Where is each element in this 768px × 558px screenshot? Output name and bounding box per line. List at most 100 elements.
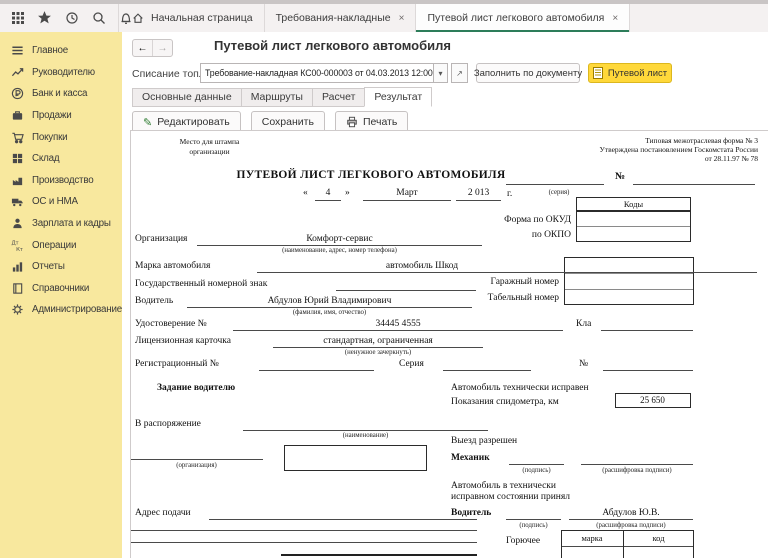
menu-icon	[11, 44, 24, 57]
stamp-place-line2: организации	[189, 147, 230, 156]
organization-caption: (наименование, адрес, номер телефона)	[282, 247, 397, 254]
driver-label: Водитель	[135, 296, 174, 306]
driver2-label: Водитель	[451, 508, 492, 518]
fuel-writeoff-input[interactable]: Требование-накладная КС00-000003 от 04.0…	[200, 63, 434, 83]
fill-by-document-button[interactable]: Заполнить по документу	[474, 63, 582, 83]
tech-ok-text: Автомобиль технически исправен	[451, 383, 589, 393]
underline	[601, 330, 693, 331]
top-toolbar: Начальная страница Требования-накладные …	[0, 4, 768, 33]
bar-chart-icon	[11, 260, 24, 273]
back-button[interactable]: ←	[133, 40, 152, 56]
num-label: №	[579, 359, 589, 369]
table-divider	[577, 226, 690, 227]
close-icon[interactable]: ×	[612, 13, 618, 24]
seria-caption: (серия)	[548, 189, 570, 196]
sidebar-item-fixed-assets[interactable]: ОС и НМА	[0, 191, 122, 213]
underline	[603, 370, 693, 371]
underline	[187, 307, 472, 308]
person-icon	[11, 217, 24, 230]
certificate-value: 34445 4555	[375, 319, 421, 329]
date-month: Март	[396, 188, 418, 198]
sidebar-item-purchases[interactable]: Покупки	[0, 126, 122, 148]
sidebar-item-production[interactable]: Производство	[0, 170, 122, 192]
tab-main-data[interactable]: Основные данные	[132, 88, 241, 107]
signature-caption: (подпись)	[522, 467, 551, 474]
sidebar-item-label: Руководителю	[32, 66, 95, 78]
nav-buttons: ← →	[132, 39, 173, 57]
registration-label: Регистрационный №	[135, 359, 219, 369]
codes-header: Коды	[623, 199, 644, 209]
waybill-button[interactable]: Путевой лист	[588, 63, 672, 83]
sidebar-item-operations[interactable]: Дт Кт Операции	[0, 234, 122, 256]
underline	[315, 200, 341, 201]
underline	[209, 519, 477, 520]
tab-label: Начальная страница	[151, 12, 253, 24]
save-button-label: Сохранить	[261, 116, 314, 128]
underline	[197, 245, 482, 246]
ruble-coin-icon	[11, 87, 24, 100]
forward-button[interactable]: →	[152, 40, 172, 56]
underline	[131, 459, 263, 460]
car-brand-value: автомобиль Шкод	[385, 261, 459, 271]
year-suffix: г.	[507, 189, 513, 199]
close-icon[interactable]: ×	[399, 13, 405, 24]
tab-routes[interactable]: Маршруты	[240, 88, 312, 107]
sidebar-item-payroll-hr[interactable]: Зарплата и кадры	[0, 213, 122, 235]
form-note-line1: Типовая межотраслевая форма № 3	[645, 136, 758, 145]
pencil-icon: ✎	[143, 116, 153, 129]
mechanic-label: Механик	[451, 453, 490, 463]
stamp-place-line1: Место для штампа	[179, 137, 240, 146]
departure-allowed-text: Выезд разрешен	[451, 436, 518, 446]
sidebar-item-label: Склад	[32, 153, 60, 165]
sidebar-item-manager[interactable]: Руководителю	[0, 62, 122, 84]
form-tabs: Основные данные Маршруты Расчет Результа…	[132, 87, 433, 107]
date-year: 2 013	[467, 188, 490, 198]
sidebar-item-label: Покупки	[32, 131, 68, 143]
apps-grid-icon[interactable]	[10, 10, 25, 25]
dropdown-button[interactable]: ▾	[433, 63, 448, 83]
trend-chart-icon	[11, 66, 24, 79]
underline	[506, 184, 604, 185]
license-card-caption: (ненужное зачеркнуть)	[344, 349, 412, 356]
waybill-print-preview[interactable]: Место для штампа организации Типовая меж…	[130, 130, 768, 558]
sidebar-item-directories[interactable]: Справочники	[0, 278, 122, 300]
favorites-star-icon[interactable]	[37, 10, 52, 25]
sidebar-item-main[interactable]: Главное	[0, 40, 122, 62]
number-label: №	[615, 171, 626, 182]
page-title: Путевой лист легкового автомобиля	[214, 38, 451, 53]
form-note-line3: от 28.11.97 № 78	[704, 154, 758, 163]
sidebar-item-label: Зарплата и кадры	[32, 218, 111, 230]
tab-waybill[interactable]: Путевой лист легкового автомобиля ×	[416, 4, 631, 32]
svg-text:Дт: Дт	[11, 240, 18, 246]
garage-number-label: Гаражный номер	[490, 277, 559, 287]
sidebar-item-warehouse[interactable]: Склад	[0, 148, 122, 170]
odometer-value: 25 650	[640, 395, 665, 405]
print-button-label: Печать	[362, 116, 398, 128]
sidebar-item-administration[interactable]: Администрирование	[0, 299, 122, 321]
underline	[569, 519, 693, 520]
driver-task-title: Задание водителю	[157, 383, 236, 393]
sidebar-item-label: ОС и НМА	[32, 196, 78, 208]
tab-calculation[interactable]: Расчет	[311, 88, 365, 107]
tab-home-page[interactable]: Начальная страница	[118, 4, 265, 32]
underline	[581, 464, 693, 465]
home-icon	[130, 11, 145, 26]
search-icon[interactable]	[91, 10, 106, 25]
sidebar-item-sales[interactable]: Продажи	[0, 105, 122, 127]
tab-requisition-invoices[interactable]: Требования-накладные ×	[265, 4, 417, 32]
driver2-signature-value: Абдулов Ю.В.	[602, 508, 660, 518]
document-icon	[592, 67, 603, 79]
sidebar-item-reports[interactable]: Отчеты	[0, 256, 122, 278]
tab-result[interactable]: Результат	[364, 87, 433, 107]
sidebar-item-label: Продажи	[32, 110, 72, 122]
table-divider	[562, 546, 693, 547]
open-link-button[interactable]: ↗	[451, 63, 468, 83]
history-icon[interactable]	[64, 10, 79, 25]
app-window: Начальная страница Требования-накладные …	[0, 0, 768, 558]
section-sidebar: Главное Руководителю Банк и касса Продаж…	[0, 32, 122, 558]
codes-header-cell: Коды	[576, 197, 691, 211]
sidebar-item-bank-cash[interactable]: Банк и касса	[0, 83, 122, 105]
table-edge-line	[131, 530, 477, 531]
book-icon	[11, 282, 24, 295]
signature-decode-caption: (расшифровка подписи)	[602, 467, 672, 474]
